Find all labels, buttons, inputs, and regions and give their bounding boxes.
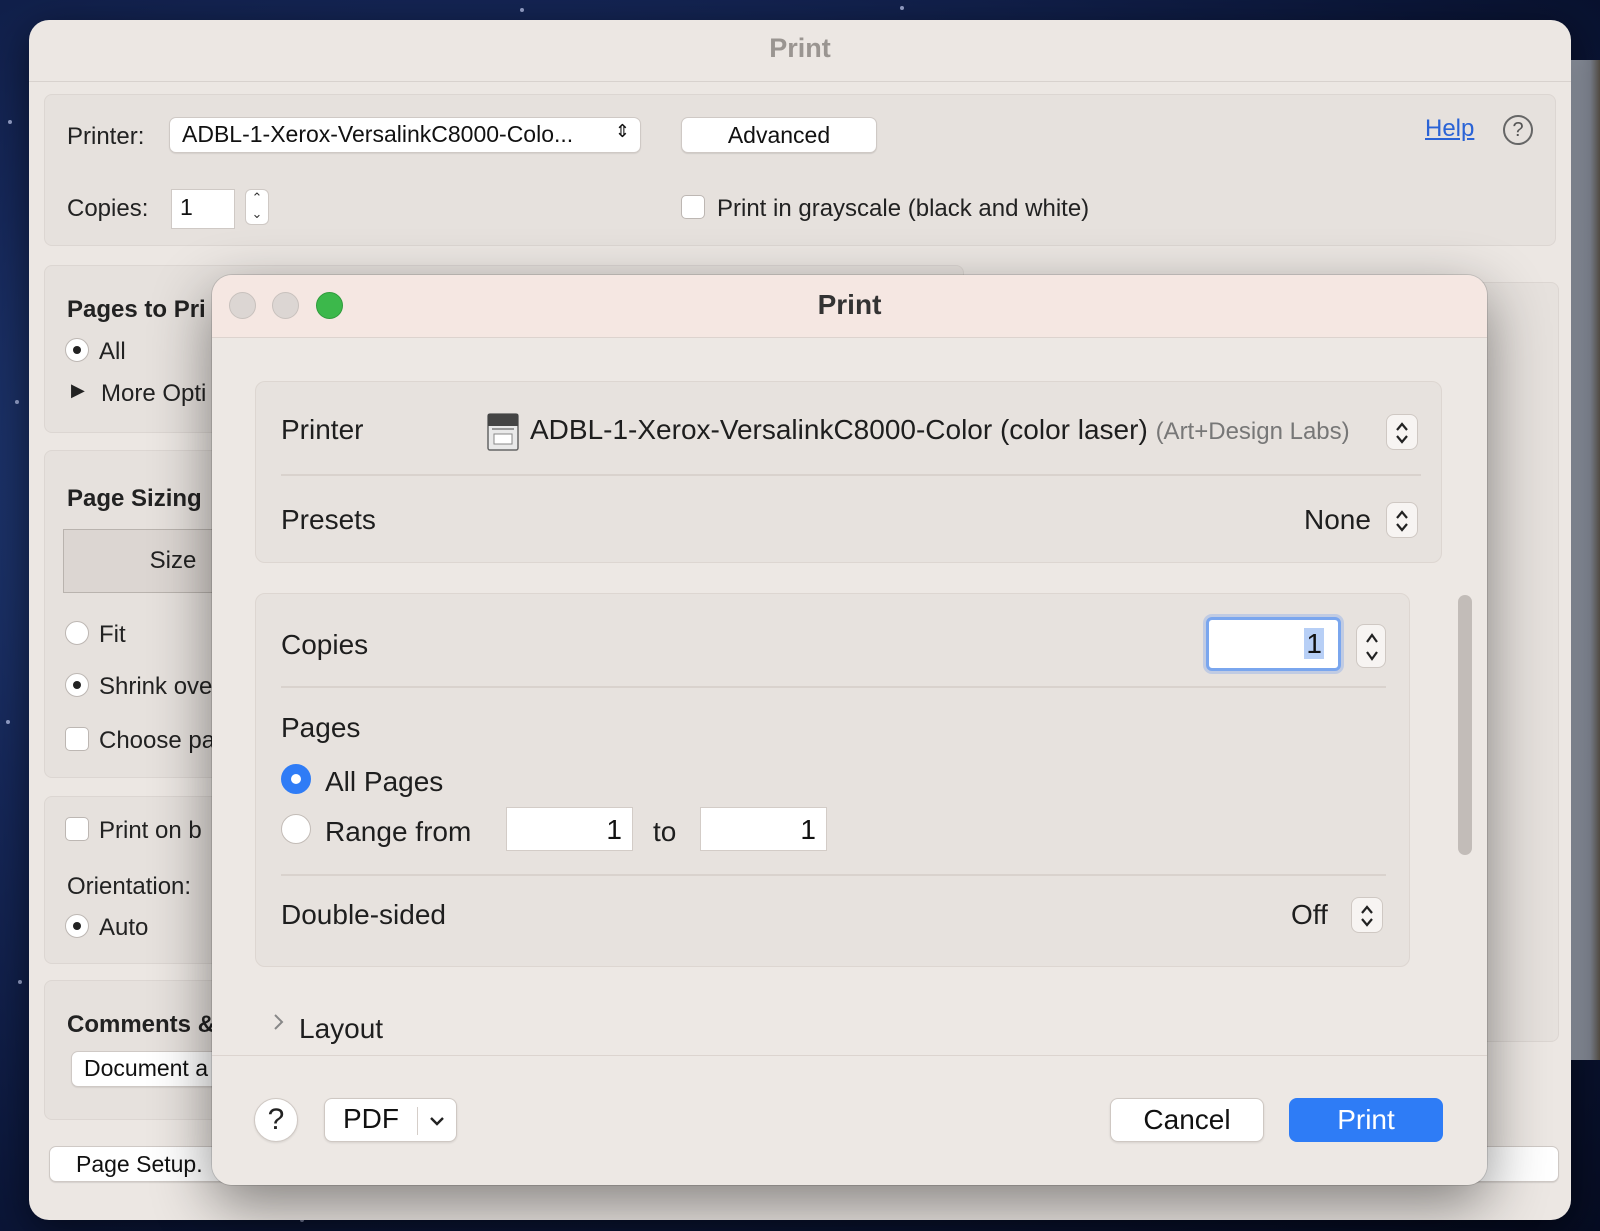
copies-label: Copies [281, 629, 369, 660]
pdf-label: PDF [343, 1103, 399, 1134]
page-sizing-title: Page Sizing [67, 485, 202, 512]
range-from-field[interactable]: 1 [506, 807, 633, 851]
range-to-field[interactable]: 1 [700, 807, 827, 851]
grayscale-label: Print in grayscale (black and white) [717, 195, 1090, 222]
pdf-separator [417, 1107, 418, 1135]
layout-chevron-right-icon[interactable] [272, 1012, 286, 1032]
dialog-titlebar: Print [212, 275, 1487, 338]
printer-name: ADBL-1-Xerox-VersalinkC8000-Color (color… [530, 414, 1148, 445]
printer-location: (Art+Design Labs) [1155, 418, 1350, 445]
chevron-down-icon[interactable] [427, 1111, 447, 1131]
printer-popup-value: ADBL-1-Xerox-VersalinkC8000-Colo... [182, 121, 574, 147]
pages-divider [281, 874, 1386, 876]
print-on-label: Print on b [99, 817, 202, 844]
copies-stepper[interactable]: ⌃ ⌄ [245, 189, 269, 225]
background-window-title: Print [769, 33, 831, 63]
fit-label: Fit [99, 621, 126, 648]
pdf-menu-button[interactable]: PDF [324, 1098, 457, 1142]
help-circle-icon[interactable]: ? [1503, 115, 1533, 145]
printer-presets-box: Printer ADBL-1-Xerox-VersalinkC8000-Colo… [255, 381, 1442, 563]
range-radio[interactable] [281, 814, 311, 844]
print-dialog: Print Printer ADBL-1-Xerox-VersalinkC800… [212, 275, 1487, 1185]
advanced-button[interactable]: Advanced [681, 117, 877, 153]
print-button[interactable]: Print [1289, 1098, 1443, 1142]
pages-to-print-title: Pages to Pri [67, 296, 206, 323]
copies-field[interactable]: 1 [171, 189, 235, 229]
copies-stepper[interactable] [1356, 624, 1386, 668]
auto-orientation-radio[interactable] [65, 914, 89, 938]
print-on-both-sides-checkbox[interactable] [65, 817, 89, 841]
orientation-label: Orientation: [67, 873, 192, 900]
all-pages-radio[interactable] [65, 338, 89, 362]
layout-label[interactable]: Layout [299, 1013, 383, 1045]
pages-label: Pages [281, 712, 361, 743]
double-sided-value[interactable]: Off [1291, 899, 1328, 931]
copies-pages-box: Copies 1 Pages All Pages Range from 1 to… [255, 593, 1410, 967]
shrink-radio[interactable] [65, 673, 89, 697]
printer-row-label: Printer [281, 414, 364, 445]
dialog-title: Print [817, 289, 882, 320]
background-titlebar: Print [29, 20, 1571, 82]
printer-divider [281, 474, 1421, 476]
copies-field[interactable]: 1 [1206, 617, 1341, 671]
copies-divider [281, 686, 1386, 688]
dialog-footer: ? PDF Cancel Print [212, 1055, 1487, 1185]
all-pages-radio[interactable] [281, 764, 311, 794]
choose-paper-checkbox[interactable] [65, 727, 89, 751]
disclosure-triangle-icon[interactable]: ▶ [71, 380, 85, 401]
document-popup-value: Document a [84, 1055, 209, 1081]
cancel-button[interactable]: Cancel [1110, 1098, 1264, 1142]
scrollbar-thumb[interactable] [1458, 595, 1472, 855]
printer-icon [487, 413, 519, 451]
help-link[interactable]: Help [1425, 115, 1474, 143]
presets-chevrons-icon[interactable] [1386, 502, 1418, 538]
printer-settings-group: Printer: ADBL-1-Xerox-VersalinkC8000-Col… [44, 94, 1556, 246]
comments-title: Comments & [67, 1011, 216, 1038]
help-button[interactable]: ? [254, 1098, 298, 1142]
auto-label: Auto [99, 914, 149, 941]
range-to-label: to [653, 816, 677, 847]
presets-label: Presets [281, 504, 376, 535]
grayscale-checkbox[interactable] [681, 195, 705, 219]
range-from-label: Range from [325, 816, 472, 847]
more-options-label[interactable]: More Opti [101, 380, 206, 408]
copies-value: 1 [1304, 628, 1324, 659]
all-pages-label: All Pages [325, 766, 444, 797]
presets-value[interactable]: None [1304, 504, 1371, 536]
choose-paper-label: Choose pa [99, 727, 216, 754]
fit-radio[interactable] [65, 621, 89, 645]
printer-popup[interactable]: ADBL-1-Xerox-VersalinkC8000-Color (color… [530, 414, 1350, 446]
all-label: All [99, 338, 126, 365]
printer-popup[interactable]: ADBL-1-Xerox-VersalinkC8000-Colo... ⇕ [169, 117, 641, 153]
copies-label: Copies: [67, 195, 149, 222]
double-sided-chevrons-icon[interactable] [1351, 897, 1383, 933]
dialog-scrollbar[interactable] [1454, 583, 1474, 1058]
double-sided-label: Double-sided [281, 899, 446, 930]
printer-label: Printer: [67, 123, 145, 150]
shrink-label: Shrink ove [99, 673, 213, 700]
popup-chevrons-icon: ⇕ [614, 121, 630, 141]
printer-chevrons-icon[interactable] [1386, 414, 1418, 450]
